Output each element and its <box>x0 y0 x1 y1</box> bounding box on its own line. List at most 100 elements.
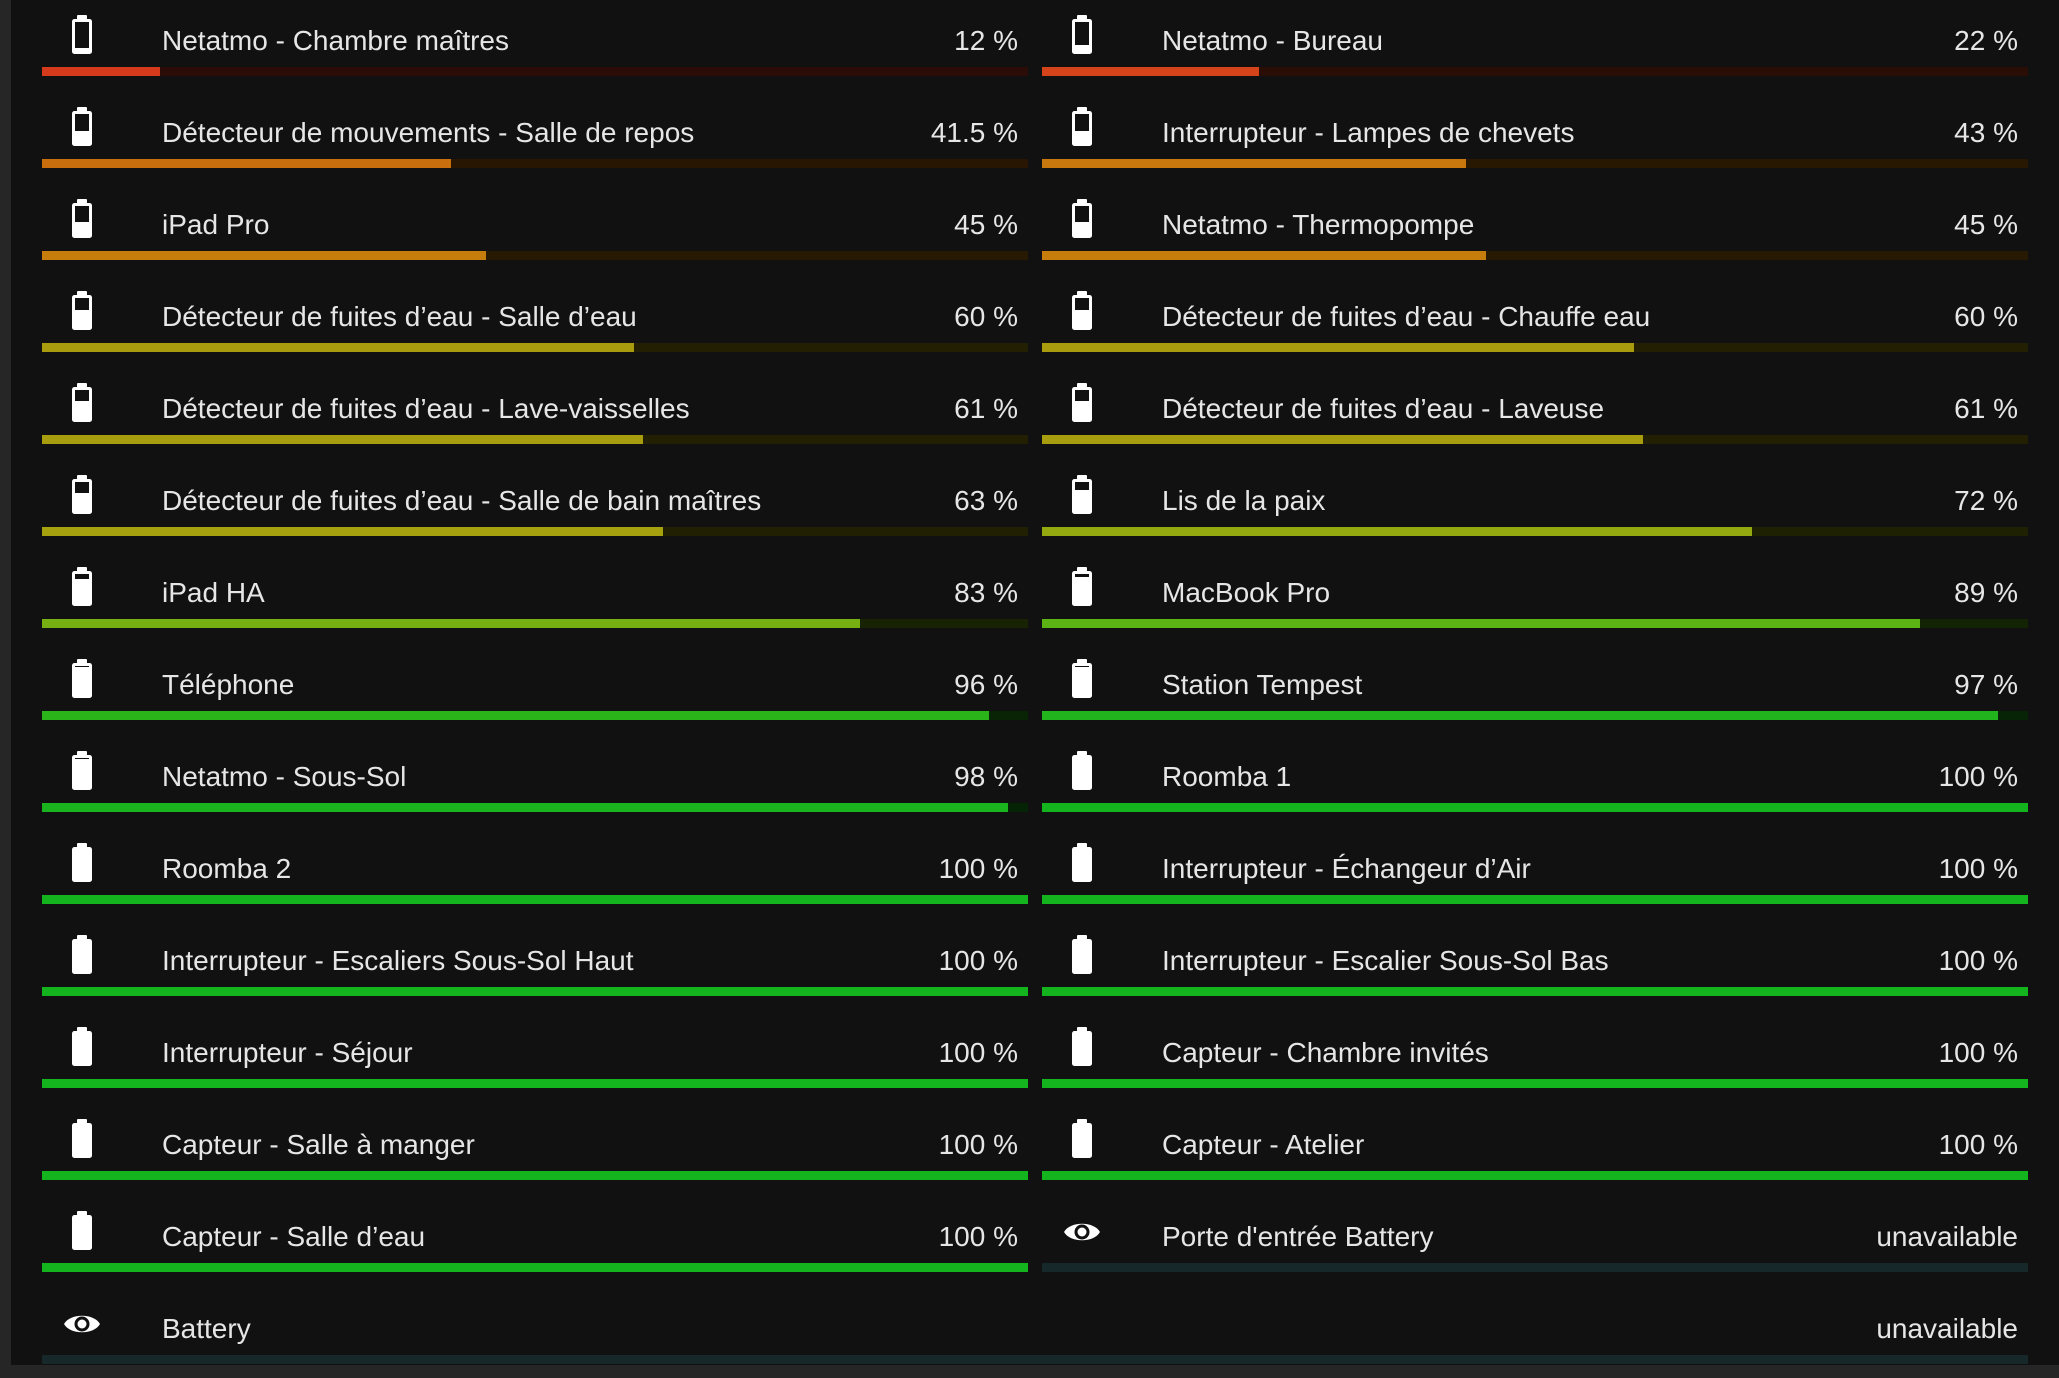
entity-name: MacBook Pro <box>1162 577 1331 608</box>
battery-level-bar <box>1042 1171 2028 1180</box>
battery-level-bar <box>42 1079 1028 1088</box>
entity-name: Roomba 2 <box>162 853 292 884</box>
battery-level-bar <box>42 895 1028 904</box>
battery-value: 100 % <box>938 1037 1018 1068</box>
battery-level-fill <box>42 895 1028 904</box>
battery-value: 100 % <box>938 1129 1018 1160</box>
battery-level-bar <box>1042 711 2028 720</box>
battery-value: 83 % <box>954 577 1018 608</box>
battery-level-fill <box>1042 1079 2028 1088</box>
battery-level-fill <box>1042 159 1466 168</box>
battery-level-bar <box>1042 67 2028 76</box>
battery-level-bar <box>42 343 1028 352</box>
battery-row-right[interactable]: Capteur - Chambre invités 100 % <box>1042 1010 2028 1102</box>
entity-name: Netatmo - Thermopompe <box>1162 209 1475 240</box>
eye-icon <box>60 1300 104 1348</box>
entity-name: iPad HA <box>162 577 265 608</box>
battery-row-right[interactable]: Interrupteur - Lampes de chevets 43 % <box>1042 90 2028 182</box>
battery-row-full[interactable]: Battery unavailable <box>42 1286 2028 1378</box>
battery-row-left[interactable]: Capteur - Salle à manger 100 % <box>42 1102 1028 1194</box>
battery-row-left[interactable]: Détecteur de mouvements - Salle de repos… <box>42 90 1028 182</box>
battery-value: 45 % <box>954 209 1018 240</box>
battery-row-right[interactable]: Station Tempest 97 % <box>1042 642 2028 734</box>
battery-row-left[interactable]: Téléphone 96 % <box>42 642 1028 734</box>
battery-row-right[interactable]: Lis de la paix 72 % <box>1042 458 2028 550</box>
battery-row-left[interactable]: Roomba 2 100 % <box>42 826 1028 918</box>
battery-level-fill <box>42 251 486 260</box>
battery-level-bar <box>42 435 1028 444</box>
entity-name: Capteur - Salle à manger <box>162 1129 475 1160</box>
battery-value: 100 % <box>938 853 1018 884</box>
entity-name: iPad Pro <box>162 209 270 240</box>
battery-level-bar <box>1042 1263 2028 1272</box>
battery-value: 43 % <box>1954 117 2018 148</box>
battery-row-right[interactable]: Détecteur de fuites d’eau - Laveuse 61 % <box>1042 366 2028 458</box>
battery-icon <box>1060 1116 1104 1164</box>
entity-name: Détecteur de mouvements - Salle de repos <box>162 117 695 148</box>
battery-level-bar <box>1042 435 2028 444</box>
battery-icon <box>60 932 104 980</box>
battery-row-right[interactable]: Netatmo - Bureau 22 % <box>1042 0 2028 90</box>
battery-level-fill <box>42 1263 1028 1272</box>
entity-name: Porte d'entrée Battery <box>1162 1221 1434 1252</box>
battery-level-fill <box>42 527 664 536</box>
battery-row-left[interactable]: Interrupteur - Séjour 100 % <box>42 1010 1028 1102</box>
entity-name: Battery <box>162 1313 251 1344</box>
battery-value: unavailable <box>1876 1313 2018 1344</box>
entity-name: Détecteur de fuites d’eau - Laveuse <box>1162 393 1605 424</box>
battery-value: 61 % <box>1954 393 2018 424</box>
battery-icon <box>60 472 104 520</box>
battery-row-right[interactable]: Interrupteur - Escalier Sous-Sol Bas 100 … <box>1042 918 2028 1010</box>
battery-level-bar <box>42 1171 1028 1180</box>
battery-value: 100 % <box>1938 945 2018 976</box>
battery-value: 60 % <box>954 301 1018 332</box>
entity-name: Interrupteur - Séjour <box>162 1037 413 1068</box>
battery-value: 63 % <box>954 485 1018 516</box>
battery-level-bar <box>1042 1079 2028 1088</box>
entity-name: Netatmo - Chambre maîtres <box>162 25 509 56</box>
battery-level-bar <box>1042 895 2028 904</box>
battery-icon <box>60 12 104 60</box>
battery-row-left[interactable]: Netatmo - Sous-Sol 98 % <box>42 734 1028 826</box>
battery-icon <box>1060 380 1104 428</box>
battery-row-left[interactable]: Détecteur de fuites d’eau - Lave-vaissel… <box>42 366 1028 458</box>
battery-row-left[interactable]: Détecteur de fuites d’eau - Salle de bai… <box>42 458 1028 550</box>
battery-level-bar <box>42 159 1028 168</box>
battery-level-bar <box>42 1355 2028 1364</box>
entity-name: Station Tempest <box>1162 669 1363 700</box>
battery-level-fill <box>42 159 452 168</box>
battery-icon <box>1060 196 1104 244</box>
battery-row-right[interactable]: Netatmo - Thermopompe 45 % <box>1042 182 2028 274</box>
battery-row-right[interactable]: Roomba 1 100 % <box>1042 734 2028 826</box>
battery-row-left[interactable]: Détecteur de fuites d’eau - Salle d’eau 6… <box>42 274 1028 366</box>
battery-level-fill <box>42 1079 1028 1088</box>
battery-value: 97 % <box>1954 669 2018 700</box>
battery-icon <box>60 380 104 428</box>
battery-row-left[interactable]: iPad Pro 45 % <box>42 182 1028 274</box>
battery-icon <box>1060 104 1104 152</box>
battery-level-fill <box>1042 711 1999 720</box>
battery-level-bar <box>1042 803 2028 812</box>
battery-row-right[interactable]: Porte d'entrée Battery unavailable <box>1042 1194 2028 1286</box>
battery-row-right[interactable]: Capteur - Atelier 100 % <box>1042 1102 2028 1194</box>
entity-name: Capteur - Atelier <box>1162 1129 1365 1160</box>
battery-icon <box>60 1024 104 1072</box>
battery-level-fill <box>1042 67 1259 76</box>
battery-row-right[interactable]: Détecteur de fuites d’eau - Chauffe eau 6… <box>1042 274 2028 366</box>
battery-row-right[interactable]: MacBook Pro 89 % <box>1042 550 2028 642</box>
battery-icon <box>60 840 104 888</box>
entity-name: Téléphone <box>162 669 295 700</box>
battery-value: 100 % <box>938 945 1018 976</box>
battery-row-left[interactable]: Capteur - Salle d’eau 100 % <box>42 1194 1028 1286</box>
battery-row-right[interactable]: Interrupteur - Échangeur d’Air 100 % <box>1042 826 2028 918</box>
battery-value: 100 % <box>1938 1129 2018 1160</box>
battery-row-left[interactable]: iPad HA 83 % <box>42 550 1028 642</box>
entity-name: Capteur - Salle d’eau <box>162 1221 426 1252</box>
battery-level-bar <box>42 1263 1028 1272</box>
eye-icon <box>1060 1208 1104 1256</box>
battery-row-left[interactable]: Netatmo - Chambre maîtres 12 % <box>42 0 1028 90</box>
battery-value: 100 % <box>938 1221 1018 1252</box>
battery-row-left[interactable]: Interrupteur - Escaliers Sous-Sol Haut 10… <box>42 918 1028 1010</box>
battery-level-bar <box>42 67 1028 76</box>
battery-level-fill <box>42 343 634 352</box>
